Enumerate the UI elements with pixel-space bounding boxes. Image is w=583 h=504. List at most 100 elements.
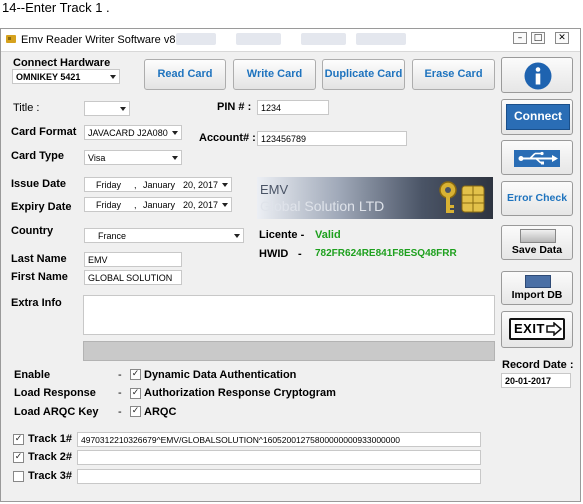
card-type-select[interactable]: Visa xyxy=(84,150,182,165)
title-bar-blur xyxy=(301,33,346,45)
option-label: Enable xyxy=(14,369,51,381)
chevron-down-icon xyxy=(120,107,126,111)
exit-button[interactable]: EXIT xyxy=(501,311,573,348)
chevron-down-icon xyxy=(222,183,228,187)
minimize-button[interactable]: – xyxy=(513,32,527,44)
track3-label: Track 3# xyxy=(28,470,73,482)
banner-line1: EMV xyxy=(260,182,289,197)
connect-hardware-label: Connect Hardware xyxy=(13,57,111,69)
hardware-select[interactable]: OMNIKEY 5421 xyxy=(12,69,120,84)
issue-day: Friday xyxy=(96,180,122,190)
expiry-month: January xyxy=(143,200,176,210)
country-label: Country xyxy=(11,225,54,237)
connect-button-frame: Connect xyxy=(501,99,573,135)
card-format-value: JAVACARD J2A080 xyxy=(88,128,168,138)
title-bar-blur xyxy=(176,33,216,45)
track1-input[interactable]: 4970312210326679^EMV/GLOBALSOLUTION^1605… xyxy=(77,432,481,447)
title-label: Title : xyxy=(13,102,40,114)
banner-line2: Global Solution LTD xyxy=(260,198,385,214)
record-date-label: Record Date : xyxy=(502,359,574,371)
card-type-value: Visa xyxy=(88,153,106,163)
track2-input[interactable] xyxy=(77,450,481,465)
hwid-label: HWID xyxy=(259,248,289,260)
country-select[interactable]: France xyxy=(84,228,244,243)
write-card-button[interactable]: Write Card xyxy=(233,59,316,90)
issue-month: January xyxy=(143,180,176,190)
track2-checkbox[interactable]: ✓ xyxy=(13,452,24,463)
save-icon xyxy=(520,229,556,243)
usb-button[interactable] xyxy=(501,140,573,175)
pin-label: PIN # : xyxy=(217,101,252,113)
extra-info-textarea[interactable] xyxy=(83,295,495,335)
erase-card-button[interactable]: Erase Card xyxy=(412,59,495,90)
account-label: Account# : xyxy=(199,132,256,144)
track1-checkbox[interactable]: ✓ xyxy=(13,434,24,445)
exit-arrow-icon xyxy=(546,322,562,336)
last-name-input[interactable]: EMV xyxy=(84,252,182,267)
error-check-button[interactable]: Error Check xyxy=(501,181,573,216)
track3-checkbox[interactable] xyxy=(13,471,24,482)
extra-info-label: Extra Info xyxy=(11,297,62,309)
expiry-date-label: Expiry Date xyxy=(11,201,72,213)
chevron-down-icon xyxy=(172,131,178,135)
read-card-button[interactable]: Read Card xyxy=(144,59,226,90)
app-window: Emv Reader Writer Software v8.6 – □ ✕ Co… xyxy=(0,28,581,502)
expiry-date-picker[interactable]: Friday , January 20, 2017 xyxy=(84,197,232,212)
country-value: France xyxy=(98,231,127,241)
first-name-input[interactable]: GLOBAL SOLUTION xyxy=(84,270,182,285)
arqc-text: ARQC xyxy=(144,406,177,418)
connect-button[interactable]: Connect xyxy=(506,104,570,130)
title-select[interactable] xyxy=(84,101,130,116)
expiry-day: Friday xyxy=(96,200,122,210)
exit-label: EXIT xyxy=(514,321,545,336)
import-db-label: Import DB xyxy=(511,289,563,301)
close-button[interactable]: ✕ xyxy=(555,32,569,44)
issue-date-value: 20, 2017 xyxy=(183,180,219,190)
chevron-down-icon xyxy=(234,234,240,238)
app-icon xyxy=(6,34,17,45)
issue-date-label: Issue Date xyxy=(11,178,67,190)
license-label: Licente - xyxy=(259,229,305,241)
pin-input[interactable]: 1234 xyxy=(257,100,329,115)
title-bar-blur xyxy=(236,33,281,45)
last-name-label: Last Name xyxy=(11,253,67,265)
info-icon xyxy=(524,62,552,90)
duplicate-card-button[interactable]: Duplicate Card xyxy=(322,59,405,90)
account-input[interactable]: 123456789 xyxy=(257,131,407,146)
record-date-input[interactable]: 20-01-2017 xyxy=(501,373,571,388)
progress-bar xyxy=(83,341,495,361)
key-chip-icon xyxy=(435,180,487,221)
info-button[interactable] xyxy=(501,57,573,93)
track2-label: Track 2# xyxy=(28,451,73,463)
card-format-select[interactable]: JAVACARD J2A080 xyxy=(84,125,182,140)
dda-checkbox[interactable]: ✓ xyxy=(130,369,141,380)
expiry-date-value: 20, 2017 xyxy=(183,200,219,210)
arc-checkbox[interactable]: ✓ xyxy=(130,388,141,399)
arqc-checkbox[interactable]: ✓ xyxy=(130,406,141,417)
hwid-value: 782FR624RE841F8ESQ48FRR xyxy=(315,248,457,259)
import-db-button[interactable]: Import DB xyxy=(501,271,573,305)
usb-icon xyxy=(514,150,560,167)
license-status: Valid xyxy=(315,229,341,241)
chevron-down-icon xyxy=(222,203,228,207)
issue-date-picker[interactable]: Friday , January 20, 2017 xyxy=(84,177,232,192)
title-bar-blur xyxy=(356,33,406,45)
window-title: Emv Reader Writer Software v8.6 xyxy=(21,34,185,46)
maximize-button[interactable]: □ xyxy=(531,32,545,44)
exit-frame: EXIT xyxy=(509,318,565,340)
hardware-select-value: OMNIKEY 5421 xyxy=(16,72,81,82)
card-format-label: Card Format xyxy=(11,126,77,138)
title-bar: Emv Reader Writer Software v8.6 – □ ✕ xyxy=(1,29,580,52)
step-caption: 14--Enter Track 1 . xyxy=(2,0,110,15)
option-dash: - xyxy=(118,369,122,381)
track3-input[interactable] xyxy=(77,469,481,484)
option-label: Load ARQC Key xyxy=(14,406,99,418)
chevron-down-icon xyxy=(172,156,178,160)
save-data-button[interactable]: Save Data xyxy=(501,225,573,260)
first-name-label: First Name xyxy=(11,271,68,283)
emv-banner: EMV Global Solution LTD xyxy=(257,177,493,219)
chevron-down-icon xyxy=(110,75,116,79)
card-type-label: Card Type xyxy=(11,150,64,162)
option-dash: - xyxy=(118,387,122,399)
arc-text: Authorization Response Cryptogram xyxy=(144,387,336,399)
